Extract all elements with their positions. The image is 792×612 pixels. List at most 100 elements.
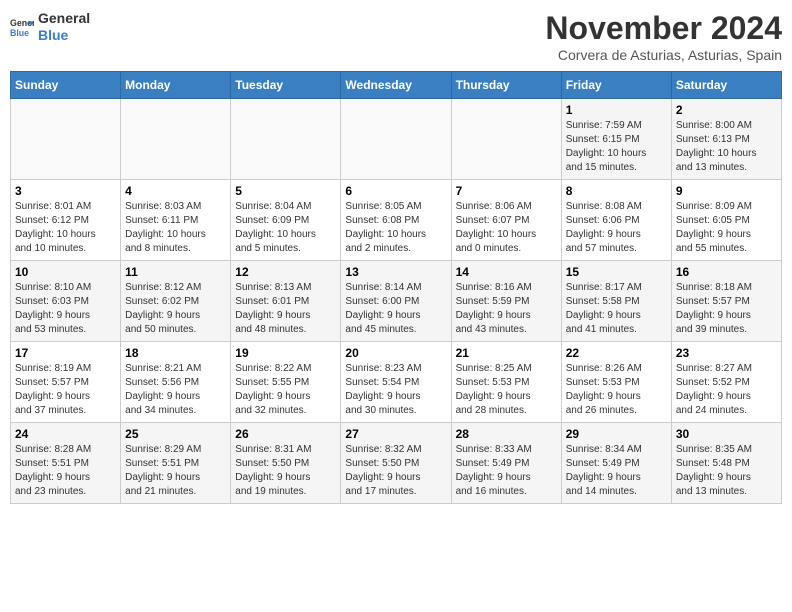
weekday-header-thursday: Thursday bbox=[451, 72, 561, 99]
day-info: Sunrise: 8:23 AM Sunset: 5:54 PM Dayligh… bbox=[345, 362, 446, 418]
week-row-5: 24 Sunrise: 8:28 AM Sunset: 5:51 PM Dayli… bbox=[11, 423, 782, 504]
day-cell: 18 Sunrise: 8:21 AM Sunset: 5:56 PM Dayli… bbox=[121, 342, 231, 423]
day-info: Sunrise: 8:33 AM Sunset: 5:49 PM Dayligh… bbox=[456, 443, 557, 499]
day-cell: 20 Sunrise: 8:23 AM Sunset: 5:54 PM Dayli… bbox=[341, 342, 451, 423]
day-cell: 27Sunrise: 8:32 AM Sunset: 5:50 PM Dayli… bbox=[341, 423, 451, 504]
day-cell: 13 Sunrise: 8:14 AM Sunset: 6:00 PM Dayli… bbox=[341, 261, 451, 342]
page-header: General Blue General Blue November 2024 … bbox=[10, 10, 782, 63]
day-info: Sunrise: 8:12 AM Sunset: 6:02 PM Dayligh… bbox=[125, 281, 226, 337]
day-info: Sunrise: 8:04 AM Sunset: 6:09 PM Dayligh… bbox=[235, 200, 336, 256]
weekday-header-sunday: Sunday bbox=[11, 72, 121, 99]
day-info: Sunrise: 8:31 AM Sunset: 5:50 PM Dayligh… bbox=[235, 443, 336, 499]
day-number: 7 bbox=[456, 184, 557, 198]
day-info: Sunrise: 8:10 AM Sunset: 6:03 PM Dayligh… bbox=[15, 281, 116, 337]
day-number: 14 bbox=[456, 265, 557, 279]
day-info: Sunrise: 8:13 AM Sunset: 6:01 PM Dayligh… bbox=[235, 281, 336, 337]
day-cell: 25 Sunrise: 8:29 AM Sunset: 5:51 PM Dayli… bbox=[121, 423, 231, 504]
day-number: 21 bbox=[456, 346, 557, 360]
logo: General Blue General Blue bbox=[10, 10, 90, 44]
day-info: Sunrise: 8:26 AM Sunset: 5:53 PM Dayligh… bbox=[566, 362, 667, 418]
day-number: 15 bbox=[566, 265, 667, 279]
day-info: Sunrise: 8:21 AM Sunset: 5:56 PM Dayligh… bbox=[125, 362, 226, 418]
day-number: 20 bbox=[345, 346, 446, 360]
day-info: Sunrise: 8:29 AM Sunset: 5:51 PM Dayligh… bbox=[125, 443, 226, 499]
week-row-2: 3 Sunrise: 8:01 AM Sunset: 6:12 PM Daylig… bbox=[11, 180, 782, 261]
day-number: 17 bbox=[15, 346, 116, 360]
day-cell: 8Sunrise: 8:08 AM Sunset: 6:06 PM Daylig… bbox=[561, 180, 671, 261]
day-cell: 2 Sunrise: 8:00 AM Sunset: 6:13 PM Daylig… bbox=[671, 99, 781, 180]
day-info: Sunrise: 8:32 AM Sunset: 5:50 PM Dayligh… bbox=[345, 443, 446, 499]
day-info: Sunrise: 8:01 AM Sunset: 6:12 PM Dayligh… bbox=[15, 200, 116, 256]
day-cell: 22 Sunrise: 8:26 AM Sunset: 5:53 PM Dayli… bbox=[561, 342, 671, 423]
day-cell: 3 Sunrise: 8:01 AM Sunset: 6:12 PM Daylig… bbox=[11, 180, 121, 261]
svg-text:Blue: Blue bbox=[10, 28, 29, 38]
week-row-1: 1 Sunrise: 7:59 AM Sunset: 6:15 PM Daylig… bbox=[11, 99, 782, 180]
day-number: 24 bbox=[15, 427, 116, 441]
day-cell bbox=[341, 99, 451, 180]
day-info: Sunrise: 8:34 AM Sunset: 5:49 PM Dayligh… bbox=[566, 443, 667, 499]
logo-blue-text: Blue bbox=[38, 27, 90, 44]
day-number: 12 bbox=[235, 265, 336, 279]
day-cell: 7 Sunrise: 8:06 AM Sunset: 6:07 PM Daylig… bbox=[451, 180, 561, 261]
day-cell: 19 Sunrise: 8:22 AM Sunset: 5:55 PM Dayli… bbox=[231, 342, 341, 423]
day-cell: 30 Sunrise: 8:35 AM Sunset: 5:48 PM Dayli… bbox=[671, 423, 781, 504]
day-number: 18 bbox=[125, 346, 226, 360]
day-cell: 1 Sunrise: 7:59 AM Sunset: 6:15 PM Daylig… bbox=[561, 99, 671, 180]
day-cell: 17 Sunrise: 8:19 AM Sunset: 5:57 PM Dayli… bbox=[11, 342, 121, 423]
day-info: Sunrise: 8:05 AM Sunset: 6:08 PM Dayligh… bbox=[345, 200, 446, 256]
day-info: Sunrise: 8:06 AM Sunset: 6:07 PM Dayligh… bbox=[456, 200, 557, 256]
day-number: 3 bbox=[15, 184, 116, 198]
day-info: Sunrise: 8:18 AM Sunset: 5:57 PM Dayligh… bbox=[676, 281, 777, 337]
day-number: 6 bbox=[345, 184, 446, 198]
day-cell: 11Sunrise: 8:12 AM Sunset: 6:02 PM Dayli… bbox=[121, 261, 231, 342]
day-cell bbox=[11, 99, 121, 180]
day-number: 19 bbox=[235, 346, 336, 360]
day-info: Sunrise: 8:35 AM Sunset: 5:48 PM Dayligh… bbox=[676, 443, 777, 499]
day-cell bbox=[121, 99, 231, 180]
day-number: 9 bbox=[676, 184, 777, 198]
day-info: Sunrise: 8:22 AM Sunset: 5:55 PM Dayligh… bbox=[235, 362, 336, 418]
day-info: Sunrise: 8:19 AM Sunset: 5:57 PM Dayligh… bbox=[15, 362, 116, 418]
title-section: November 2024 Corvera de Asturias, Astur… bbox=[545, 10, 782, 63]
day-number: 28 bbox=[456, 427, 557, 441]
day-cell: 6 Sunrise: 8:05 AM Sunset: 6:08 PM Daylig… bbox=[341, 180, 451, 261]
day-number: 16 bbox=[676, 265, 777, 279]
day-info: Sunrise: 8:28 AM Sunset: 5:51 PM Dayligh… bbox=[15, 443, 116, 499]
day-cell: 12 Sunrise: 8:13 AM Sunset: 6:01 PM Dayli… bbox=[231, 261, 341, 342]
day-number: 23 bbox=[676, 346, 777, 360]
day-number: 13 bbox=[345, 265, 446, 279]
day-info: Sunrise: 8:09 AM Sunset: 6:05 PM Dayligh… bbox=[676, 200, 777, 256]
day-info: Sunrise: 8:03 AM Sunset: 6:11 PM Dayligh… bbox=[125, 200, 226, 256]
day-info: Sunrise: 8:14 AM Sunset: 6:00 PM Dayligh… bbox=[345, 281, 446, 337]
day-info: Sunrise: 8:17 AM Sunset: 5:58 PM Dayligh… bbox=[566, 281, 667, 337]
day-info: Sunrise: 8:16 AM Sunset: 5:59 PM Dayligh… bbox=[456, 281, 557, 337]
day-number: 29 bbox=[566, 427, 667, 441]
day-info: Sunrise: 8:27 AM Sunset: 5:52 PM Dayligh… bbox=[676, 362, 777, 418]
weekday-header-friday: Friday bbox=[561, 72, 671, 99]
day-cell: 15 Sunrise: 8:17 AM Sunset: 5:58 PM Dayli… bbox=[561, 261, 671, 342]
day-cell: 9 Sunrise: 8:09 AM Sunset: 6:05 PM Daylig… bbox=[671, 180, 781, 261]
day-cell: 26 Sunrise: 8:31 AM Sunset: 5:50 PM Dayli… bbox=[231, 423, 341, 504]
day-info: Sunrise: 8:00 AM Sunset: 6:13 PM Dayligh… bbox=[676, 119, 777, 175]
day-number: 1 bbox=[566, 103, 667, 117]
day-cell: 28 Sunrise: 8:33 AM Sunset: 5:49 PM Dayli… bbox=[451, 423, 561, 504]
day-number: 30 bbox=[676, 427, 777, 441]
logo-general-text: General bbox=[38, 10, 90, 27]
day-number: 5 bbox=[235, 184, 336, 198]
day-number: 2 bbox=[676, 103, 777, 117]
day-number: 26 bbox=[235, 427, 336, 441]
day-cell: 24 Sunrise: 8:28 AM Sunset: 5:51 PM Dayli… bbox=[11, 423, 121, 504]
day-number: 25 bbox=[125, 427, 226, 441]
weekday-header-saturday: Saturday bbox=[671, 72, 781, 99]
day-cell bbox=[231, 99, 341, 180]
weekday-header-tuesday: Tuesday bbox=[231, 72, 341, 99]
day-info: Sunrise: 7:59 AM Sunset: 6:15 PM Dayligh… bbox=[566, 119, 667, 175]
weekday-header-row: SundayMondayTuesdayWednesdayThursdayFrid… bbox=[11, 72, 782, 99]
day-cell: 21Sunrise: 8:25 AM Sunset: 5:53 PM Dayli… bbox=[451, 342, 561, 423]
day-number: 10 bbox=[15, 265, 116, 279]
day-cell: 16 Sunrise: 8:18 AM Sunset: 5:57 PM Dayli… bbox=[671, 261, 781, 342]
day-number: 22 bbox=[566, 346, 667, 360]
day-number: 8 bbox=[566, 184, 667, 198]
day-cell: 5 Sunrise: 8:04 AM Sunset: 6:09 PM Daylig… bbox=[231, 180, 341, 261]
month-title: November 2024 bbox=[545, 10, 782, 47]
